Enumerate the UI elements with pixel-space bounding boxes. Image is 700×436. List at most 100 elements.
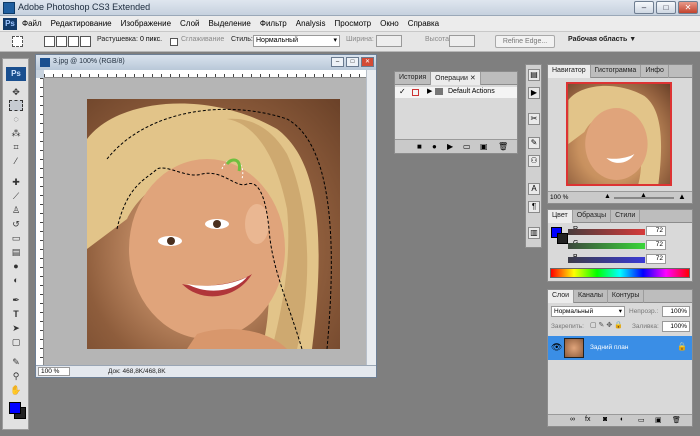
play-icon[interactable]: ▶	[447, 142, 453, 151]
layer-comps-icon[interactable]: ▥	[528, 227, 540, 239]
menu-layer[interactable]: Слой	[180, 19, 199, 28]
eye-icon[interactable]: 👁	[551, 342, 562, 353]
tab-channels[interactable]: Каналы	[574, 290, 608, 303]
healing-brush-tool-icon[interactable]: ✚	[9, 177, 23, 188]
brush-tool-icon[interactable]: ⟋	[9, 191, 23, 202]
zoom-in-icon[interactable]: ▲	[678, 192, 686, 201]
height-input[interactable]	[449, 35, 475, 47]
tab-actions[interactable]: Операции ✕	[431, 72, 481, 85]
foreground-color-swatch[interactable]	[9, 402, 21, 414]
crop-tool-icon[interactable]: ⌗	[9, 142, 23, 153]
move-tool-icon[interactable]: ✥	[9, 87, 23, 98]
lock-icons[interactable]: ▢ ✎ ✥ 🔒	[590, 321, 623, 329]
channel-g-slider[interactable]	[568, 243, 645, 249]
history-brush-tool-icon[interactable]: ↺	[9, 219, 23, 230]
tab-close-icon[interactable]: ✕	[470, 75, 476, 82]
zoom-slider-thumb[interactable]: ▲	[640, 192, 647, 199]
color-spectrum-bar[interactable]	[550, 268, 690, 278]
tab-styles[interactable]: Стили	[611, 210, 641, 223]
trash-icon[interactable]: 🗑	[498, 142, 508, 151]
menu-view[interactable]: Просмотр	[335, 19, 372, 28]
menu-filter[interactable]: Фильтр	[260, 19, 287, 28]
action-set-row[interactable]: ✓ ▶ Default Actions	[395, 87, 517, 98]
close-button[interactable]: ✕	[678, 1, 698, 14]
marquee-tool-preset-icon[interactable]	[12, 36, 23, 47]
record-icon[interactable]: ●	[432, 142, 437, 151]
channel-b-value[interactable]: 72	[646, 254, 666, 264]
vertical-ruler[interactable]	[36, 78, 44, 365]
maximize-button[interactable]: □	[656, 1, 676, 14]
dialog-toggle-icon[interactable]	[412, 89, 419, 96]
tab-histogram[interactable]: Гистограмма	[591, 65, 642, 78]
tab-layers[interactable]: Слои	[548, 290, 575, 303]
style-select[interactable]: Нормальный ▾	[253, 35, 340, 47]
tab-paths[interactable]: Контуры	[608, 290, 645, 303]
channel-g-value[interactable]: 72	[646, 240, 666, 250]
minimize-button[interactable]: –	[634, 1, 654, 14]
actions-panel-icon[interactable]: ▶	[528, 87, 540, 99]
clone-stamp-tool-icon[interactable]: ♙	[9, 205, 23, 216]
menu-image[interactable]: Изображение	[121, 19, 171, 28]
history-panel-icon[interactable]: ▤	[528, 69, 540, 81]
notes-tool-icon[interactable]: ✎	[9, 357, 23, 368]
pen-tool-icon[interactable]: ✒	[9, 295, 23, 306]
channel-r-value[interactable]: 72	[646, 226, 666, 236]
path-selection-tool-icon[interactable]: ➤	[9, 323, 23, 334]
doc-size-status[interactable]: Док: 468,8K/468,8K	[108, 368, 166, 375]
doc-maximize-button[interactable]: □	[346, 57, 359, 67]
tab-history[interactable]: История	[395, 72, 432, 85]
layer-style-icon[interactable]: fx	[585, 416, 590, 423]
eyedropper-sample-tool-icon[interactable]: ⚲	[9, 371, 23, 382]
refine-edge-button[interactable]: Refine Edge...	[495, 35, 555, 48]
type-tool-icon[interactable]: T	[9, 309, 23, 320]
menu-select[interactable]: Выделение	[208, 19, 250, 28]
menu-help[interactable]: Справка	[408, 19, 439, 28]
photo-image[interactable]	[87, 99, 340, 349]
workspace-menu[interactable]: Рабочая область ▼	[568, 36, 636, 43]
channel-b-slider[interactable]	[568, 257, 645, 263]
expand-triangle-icon[interactable]: ▶	[427, 87, 432, 95]
tool-presets-icon[interactable]: ✂	[528, 113, 540, 125]
navigator-zoom[interactable]: 100 %	[550, 194, 568, 201]
feather-input[interactable]: 0 пикс.	[138, 35, 165, 47]
shape-tool-icon[interactable]: ▢	[9, 337, 23, 348]
doc-minimize-button[interactable]: –	[331, 57, 344, 67]
menu-file[interactable]: Файл	[22, 19, 42, 28]
blend-mode-select[interactable]: Нормальный ▾	[551, 306, 625, 317]
channel-r-slider[interactable]	[568, 229, 645, 235]
opacity-input[interactable]: 100%	[662, 306, 690, 317]
menu-edit[interactable]: Редактирование	[51, 19, 112, 28]
character-panel-icon[interactable]: A	[528, 183, 540, 195]
paragraph-panel-icon[interactable]: ¶	[528, 201, 540, 213]
new-group-icon[interactable]: ▭	[638, 416, 645, 424]
doc-close-button[interactable]: ✕	[361, 57, 374, 67]
eraser-tool-icon[interactable]: ▭	[9, 233, 23, 244]
add-selection-icon[interactable]	[56, 36, 67, 47]
rect-marquee-tool-icon[interactable]	[9, 100, 23, 111]
link-layers-icon[interactable]: ∞	[570, 416, 575, 423]
menu-window[interactable]: Окно	[380, 19, 399, 28]
new-action-icon[interactable]: ▣	[480, 142, 488, 151]
gradient-tool-icon[interactable]: ▤	[9, 247, 23, 258]
fill-input[interactable]: 100%	[662, 321, 690, 332]
hand-tool-icon[interactable]: ✋	[9, 385, 23, 396]
adjustment-layer-icon[interactable]: ◐	[620, 416, 624, 423]
zoom-level-field[interactable]: 100 %	[38, 367, 70, 376]
dodge-tool-icon[interactable]: ◐	[9, 275, 23, 286]
smoothing-checkbox[interactable]	[170, 38, 178, 46]
tab-color[interactable]: Цвет	[548, 210, 573, 223]
delete-layer-icon[interactable]: 🗑	[672, 416, 681, 424]
tab-swatches[interactable]: Образцы	[573, 210, 612, 223]
new-selection-icon[interactable]	[44, 36, 55, 47]
new-set-icon[interactable]: ▭	[463, 142, 471, 151]
layer-name[interactable]: Задний план	[590, 344, 629, 351]
vertical-scrollbar[interactable]	[366, 70, 376, 365]
clone-source-icon[interactable]: ⚇	[528, 155, 540, 167]
horizontal-ruler[interactable]	[44, 70, 366, 78]
width-input[interactable]	[376, 35, 402, 47]
layer-mask-icon[interactable]: ◙	[603, 416, 607, 423]
color-bg-swatch[interactable]	[557, 233, 568, 244]
tab-navigator[interactable]: Навигатор	[548, 65, 591, 78]
brushes-panel-icon[interactable]: ✎	[528, 137, 540, 149]
stop-icon[interactable]: ■	[417, 142, 422, 151]
